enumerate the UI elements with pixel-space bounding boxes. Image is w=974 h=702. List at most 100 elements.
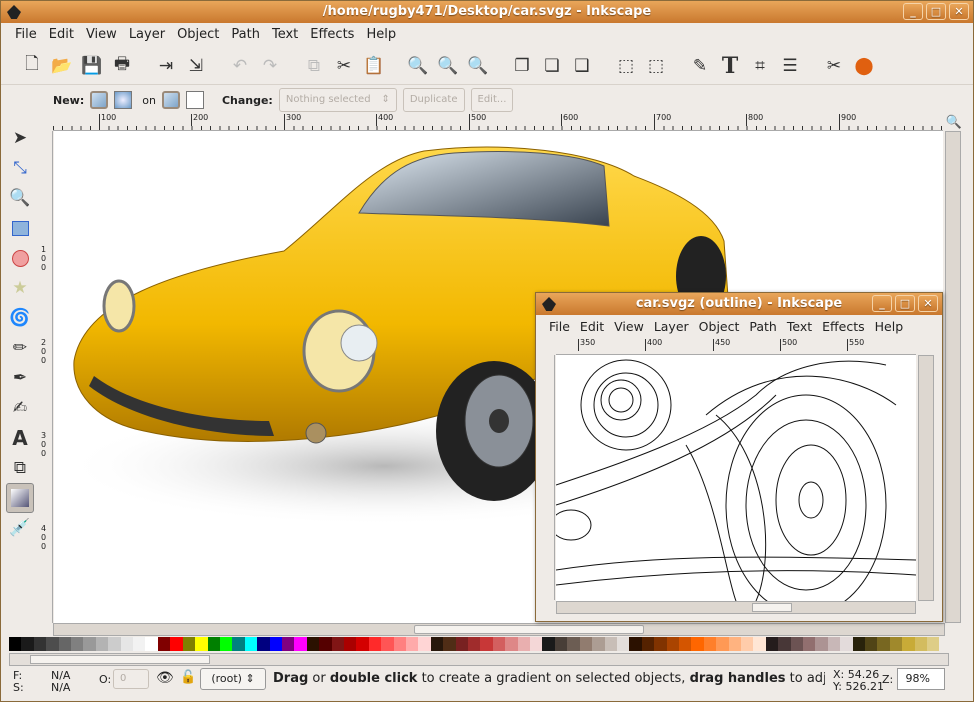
- menu-path[interactable]: Path: [744, 319, 781, 334]
- outline-scroll-thumb[interactable]: [752, 603, 792, 612]
- palette-swatch[interactable]: [58, 637, 72, 651]
- layer-visibility-icon[interactable]: 👁: [156, 670, 174, 686]
- zoom-corner-icon[interactable]: 🔍: [945, 113, 963, 131]
- palette-swatch[interactable]: [133, 637, 146, 651]
- palette-swatch[interactable]: [71, 637, 84, 651]
- minimize-button[interactable]: _: [903, 3, 923, 20]
- palette-swatch[interactable]: [803, 637, 816, 651]
- palette-swatch[interactable]: [244, 637, 258, 651]
- palette-swatch[interactable]: [927, 637, 940, 651]
- menu-edit[interactable]: Edit: [43, 27, 80, 42]
- stroke-toggle[interactable]: [185, 91, 204, 109]
- menu-edit[interactable]: Edit: [575, 319, 609, 334]
- palette-swatch[interactable]: [530, 637, 543, 651]
- outline-canvas[interactable]: [556, 355, 916, 601]
- open-icon[interactable]: 📂: [49, 53, 75, 79]
- palette-swatch[interactable]: [157, 637, 171, 651]
- palette-swatch[interactable]: [790, 637, 803, 651]
- palette-swatch[interactable]: [120, 637, 134, 651]
- palette-swatch[interactable]: [9, 637, 22, 651]
- palette-swatch[interactable]: [257, 637, 270, 651]
- palette-swatch[interactable]: [691, 637, 704, 651]
- calligraphy-tool-icon[interactable]: ✍: [6, 393, 34, 423]
- opacity-spinbox[interactable]: 0: [113, 669, 149, 689]
- palette-swatch[interactable]: [641, 637, 655, 651]
- fill-stroke-icon[interactable]: ✎: [687, 53, 713, 79]
- palette-swatch[interactable]: [753, 637, 766, 651]
- palette-swatch[interactable]: [331, 637, 344, 651]
- palette-swatch[interactable]: [430, 637, 444, 651]
- palette-swatch[interactable]: [95, 637, 109, 651]
- maximize-button[interactable]: □: [926, 3, 946, 20]
- palette-swatch[interactable]: [740, 637, 754, 651]
- palette-swatch[interactable]: [778, 637, 791, 651]
- menu-effects[interactable]: Effects: [304, 27, 360, 42]
- palette-swatch[interactable]: [554, 637, 568, 651]
- stroke-indicator[interactable]: N/A: [51, 681, 70, 694]
- vertical-ruler[interactable]: 100 200 300 400: [39, 131, 53, 623]
- palette-swatch[interactable]: [356, 637, 369, 651]
- pen-tool-icon[interactable]: ✒: [6, 363, 34, 393]
- print-icon[interactable]: 🖶: [109, 53, 135, 79]
- palette-swatch[interactable]: [319, 637, 332, 651]
- zoom-field[interactable]: 98%: [897, 668, 945, 690]
- outline-horizontal-ruler[interactable]: 350 400 450 500 550: [556, 339, 916, 355]
- text-tool-icon[interactable]: A: [6, 423, 34, 453]
- xml-editor-icon[interactable]: ⌗: [747, 53, 773, 79]
- horizontal-ruler[interactable]: 100 200 300 400 500 600 700 800 900: [53, 114, 943, 131]
- palette-swatch[interactable]: [765, 637, 779, 651]
- gradient-tool-icon[interactable]: [6, 483, 34, 513]
- menu-help[interactable]: Help: [360, 27, 402, 42]
- palette-swatch[interactable]: [108, 637, 121, 651]
- palette-swatch[interactable]: [418, 637, 431, 651]
- undo-icon[interactable]: ↶: [227, 53, 253, 79]
- menu-text[interactable]: Text: [782, 319, 817, 334]
- zoom-page-icon[interactable]: 🔍: [465, 53, 491, 79]
- palette-scrollbar[interactable]: [9, 653, 949, 666]
- unlink-clone-icon[interactable]: ❑: [569, 53, 595, 79]
- copy-icon[interactable]: ⧉: [301, 53, 327, 79]
- gradient-select[interactable]: Nothing selected ⇕: [278, 88, 397, 112]
- linear-gradient-toggle[interactable]: [90, 91, 109, 109]
- palette-swatch[interactable]: [840, 637, 853, 651]
- menu-layer[interactable]: Layer: [123, 27, 171, 42]
- menu-object[interactable]: Object: [694, 319, 745, 334]
- zoom-drawing-icon[interactable]: 🔍: [435, 53, 461, 79]
- vertical-scrollbar[interactable]: [945, 131, 961, 623]
- palette-swatch[interactable]: [195, 637, 208, 651]
- palette-swatch[interactable]: [517, 637, 531, 651]
- outline-vertical-ruler[interactable]: [541, 355, 555, 600]
- clone-icon[interactable]: ❏: [539, 53, 565, 79]
- palette-swatch[interactable]: [703, 637, 717, 651]
- duplicate-icon[interactable]: ❐: [509, 53, 535, 79]
- ungroup-icon[interactable]: ⬚: [643, 53, 669, 79]
- palette-swatch[interactable]: [207, 637, 220, 651]
- palette-swatch[interactable]: [616, 637, 630, 651]
- palette-swatch[interactable]: [455, 637, 469, 651]
- export-icon[interactable]: ⇲: [183, 53, 209, 79]
- radial-gradient-toggle[interactable]: [114, 91, 133, 109]
- horizontal-scrollbar[interactable]: [53, 623, 945, 636]
- palette-swatch[interactable]: [865, 637, 878, 651]
- zoom-selection-icon[interactable]: 🔍: [405, 53, 431, 79]
- duplicate-button[interactable]: Duplicate: [402, 88, 465, 112]
- new-document-icon[interactable]: 🗋: [19, 53, 45, 79]
- color-palette[interactable]: [9, 637, 940, 651]
- zoom-tool-icon[interactable]: 🔍: [6, 183, 34, 213]
- palette-swatch[interactable]: [480, 637, 493, 651]
- palette-swatch[interactable]: [232, 637, 245, 651]
- connector-tool-icon[interactable]: ⧉: [6, 453, 34, 483]
- menu-effects[interactable]: Effects: [817, 319, 870, 334]
- palette-swatch[interactable]: [629, 637, 642, 651]
- palette-swatch[interactable]: [592, 637, 605, 651]
- palette-swatch[interactable]: [902, 637, 915, 651]
- layer-dropdown[interactable]: (root) ⇕: [200, 668, 266, 690]
- palette-swatch[interactable]: [604, 637, 617, 651]
- redo-icon[interactable]: ↷: [257, 53, 283, 79]
- preferences-icon[interactable]: ✂: [821, 53, 847, 79]
- cut-icon[interactable]: ✂: [331, 53, 357, 79]
- palette-swatch[interactable]: [83, 637, 96, 651]
- palette-swatch[interactable]: [368, 637, 382, 651]
- align-distribute-icon[interactable]: ☰: [777, 53, 803, 79]
- selector-tool-icon[interactable]: ➤: [6, 123, 34, 153]
